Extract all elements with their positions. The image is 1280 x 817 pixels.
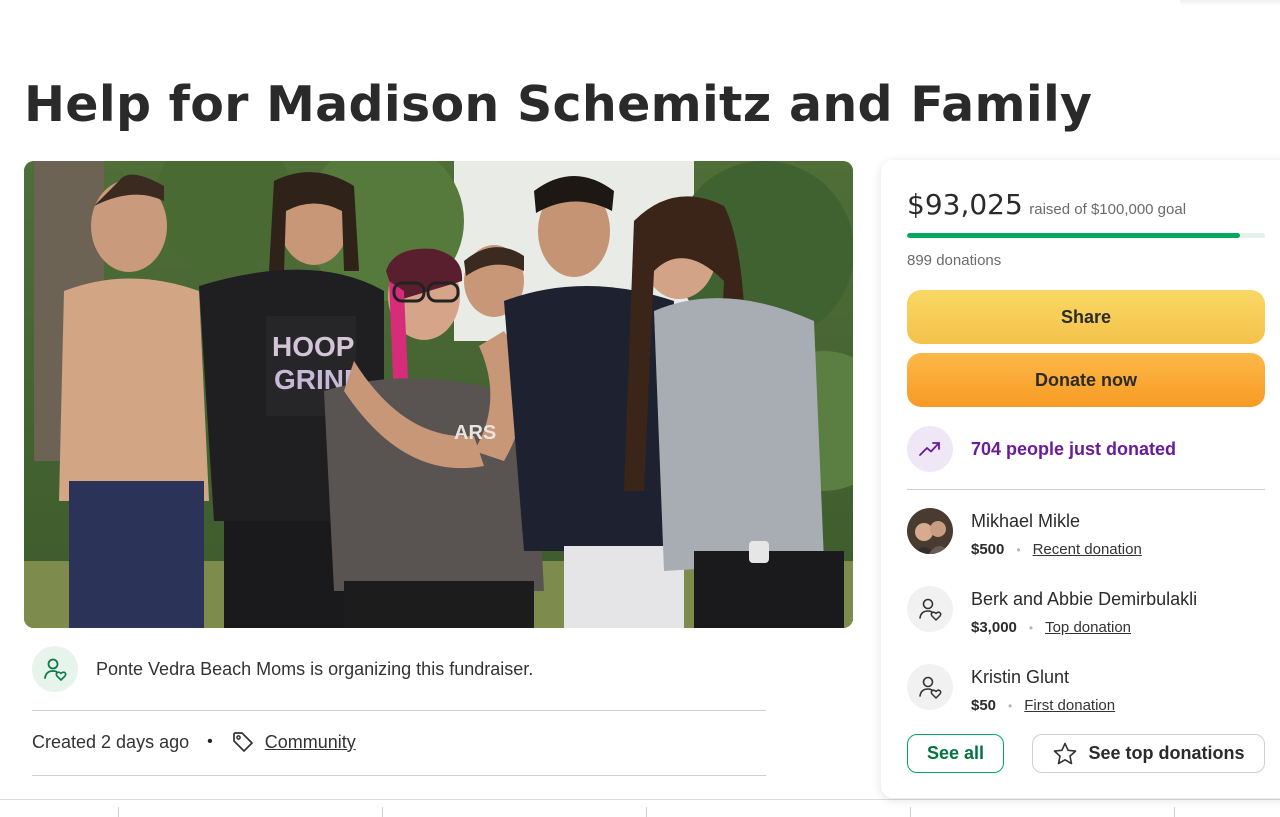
donor-item: Kristin Glunt $50 • First donation (907, 664, 1115, 714)
donor-icon (907, 664, 953, 710)
organizer-row: Ponte Vedra Beach Moms is organizing thi… (32, 646, 533, 692)
campaign-title: Help for Madison Schemitz and Family (24, 76, 1093, 133)
shirt-print-hoop: HOOP (272, 331, 354, 362)
organizer-text: Ponte Vedra Beach Moms is organizing thi… (96, 658, 534, 679)
amount-row: $93,025 raised of $100,000 goal (907, 188, 1186, 221)
progress-bar (907, 233, 1265, 238)
donor-icon (907, 586, 953, 632)
progress-fill (907, 233, 1240, 238)
goal-text: raised of $100,000 goal (1029, 201, 1187, 218)
donor-amount: $3,000 (971, 619, 1017, 636)
top-corner-shadow (1180, 0, 1280, 6)
panel-divider (907, 489, 1265, 490)
campaign-meta: Created 2 days ago • Community (32, 728, 356, 756)
donor-amount: $500 (971, 541, 1005, 558)
category-link[interactable]: Community (265, 732, 356, 753)
donor-amount: $50 (971, 697, 997, 714)
donor-type-link[interactable]: Recent donation (1033, 541, 1142, 558)
donor-type-link[interactable]: Top donation (1045, 619, 1131, 636)
organizer-icon (32, 646, 78, 692)
shirt-print-ars: ARS (454, 422, 496, 444)
donor-avatar (907, 508, 953, 554)
created-date: Created 2 days ago (32, 731, 190, 752)
donor-item: Berk and Abbie Demirbulakli $3,000 • Top… (907, 586, 1197, 636)
donor-separator: • (1028, 620, 1034, 635)
meta-divider (32, 775, 766, 776)
recent-activity-text: 704 people just donated (971, 438, 1177, 459)
donor-separator: • (1016, 542, 1021, 557)
organizer-divider (32, 710, 766, 711)
donation-panel: $93,025 raised of $100,000 goal 899 dona… (881, 160, 1280, 798)
donation-count: 899 donations (907, 252, 1002, 269)
donate-button[interactable]: Donate now (907, 353, 1265, 407)
see-top-donations-label: See top donations (1088, 743, 1245, 763)
campaign-photo: HOOP GRIND ARS (24, 161, 853, 628)
meta-separator: • (207, 733, 213, 750)
recent-activity: 704 people just donated (907, 426, 1176, 472)
donor-type-link[interactable]: First donation (1024, 697, 1115, 714)
star-icon (1052, 741, 1078, 767)
see-all-button[interactable]: See all (907, 734, 1004, 773)
donor-name: Mikhael Mikle (971, 511, 1081, 531)
donor-name: Berk and Abbie Demirbulakli (971, 589, 1198, 609)
share-button[interactable]: Share (907, 290, 1265, 344)
bottom-strip (0, 799, 1280, 817)
trending-up-icon (907, 426, 953, 472)
donor-item: Mikhael Mikle $500 • Recent donation (907, 508, 1142, 558)
campaign-photo-image: HOOP GRIND ARS (24, 161, 853, 628)
donor-name: Kristin Glunt (971, 667, 1070, 687)
amount-raised: $93,025 (907, 188, 1023, 221)
see-top-donations-button[interactable]: See top donations (1032, 734, 1265, 773)
donor-separator: • (1008, 698, 1013, 713)
tag-icon (231, 730, 255, 754)
